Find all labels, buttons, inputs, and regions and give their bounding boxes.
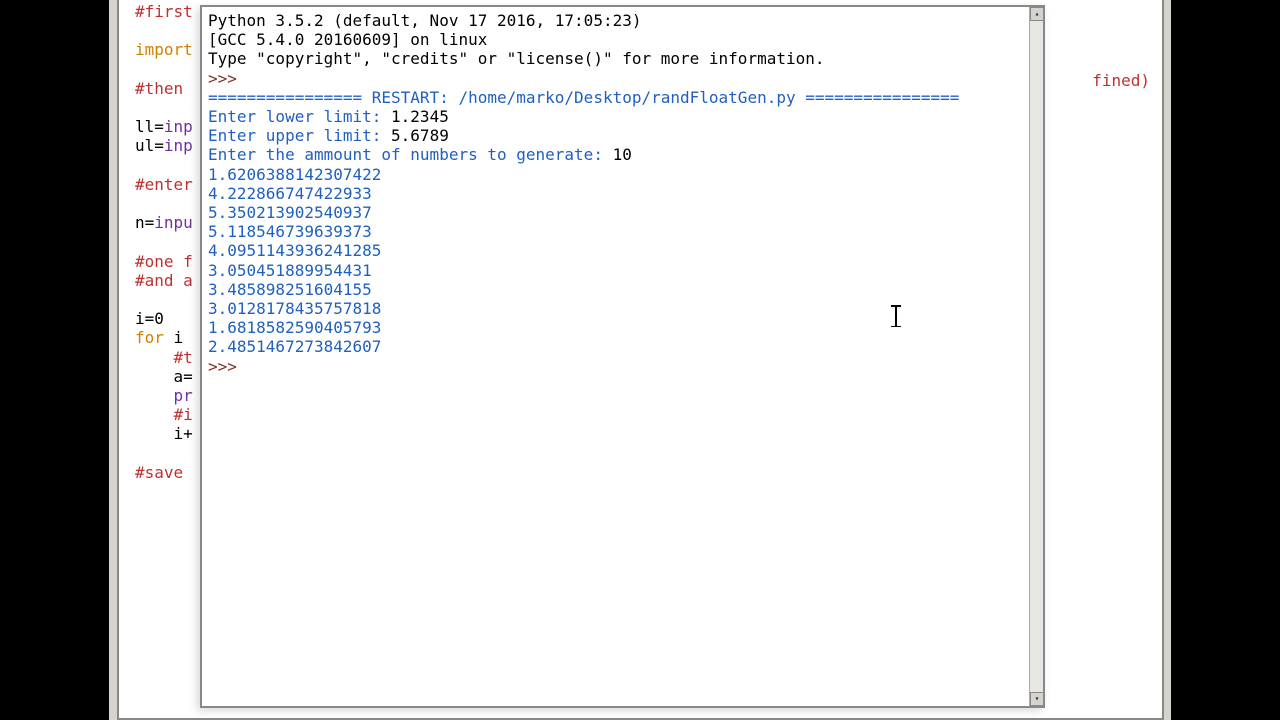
shell-text-area[interactable]: Python 3.5.2 (default, Nov 17 2016, 17:0… <box>202 7 1029 706</box>
shell-scrollbar[interactable]: ▴ ▾ <box>1029 7 1043 706</box>
shell-line: 2.4851467273842607 <box>208 337 1023 356</box>
scroll-down-button[interactable]: ▾ <box>1030 692 1044 706</box>
shell-line: Type "copyright", "credits" or "license(… <box>208 49 1023 68</box>
shell-line: >>> <box>208 69 1023 88</box>
shell-line: >>> <box>208 357 1023 376</box>
shell-line: 5.118546739639373 <box>208 222 1023 241</box>
shell-line: 5.350213902540937 <box>208 203 1023 222</box>
shell-line: 3.485898251604155 <box>208 280 1023 299</box>
shell-line: 1.6206388142307422 <box>208 165 1023 184</box>
shell-line: 4.222866747422933 <box>208 184 1023 203</box>
shell-line: ================ RESTART: /home/marko/De… <box>208 88 1023 107</box>
shell-line: Enter upper limit: 5.6789 <box>208 126 1023 145</box>
shell-line: Enter lower limit: 1.2345 <box>208 107 1023 126</box>
shell-line: 1.6818582590405793 <box>208 318 1023 337</box>
scroll-up-button[interactable]: ▴ <box>1030 7 1044 21</box>
shell-line: Enter the ammount of numbers to generate… <box>208 145 1023 164</box>
editor-trailing-text: fined) <box>1092 71 1150 90</box>
shell-line: Python 3.5.2 (default, Nov 17 2016, 17:0… <box>208 11 1023 30</box>
shell-line: 3.0128178435757818 <box>208 299 1023 318</box>
python-shell-window[interactable]: Python 3.5.2 (default, Nov 17 2016, 17:0… <box>200 5 1045 708</box>
shell-line: 3.050451889954431 <box>208 261 1023 280</box>
shell-line: [GCC 5.4.0 20160609] on linux <box>208 30 1023 49</box>
shell-line: 4.0951143936241285 <box>208 241 1023 260</box>
text-cursor-icon <box>895 305 897 327</box>
